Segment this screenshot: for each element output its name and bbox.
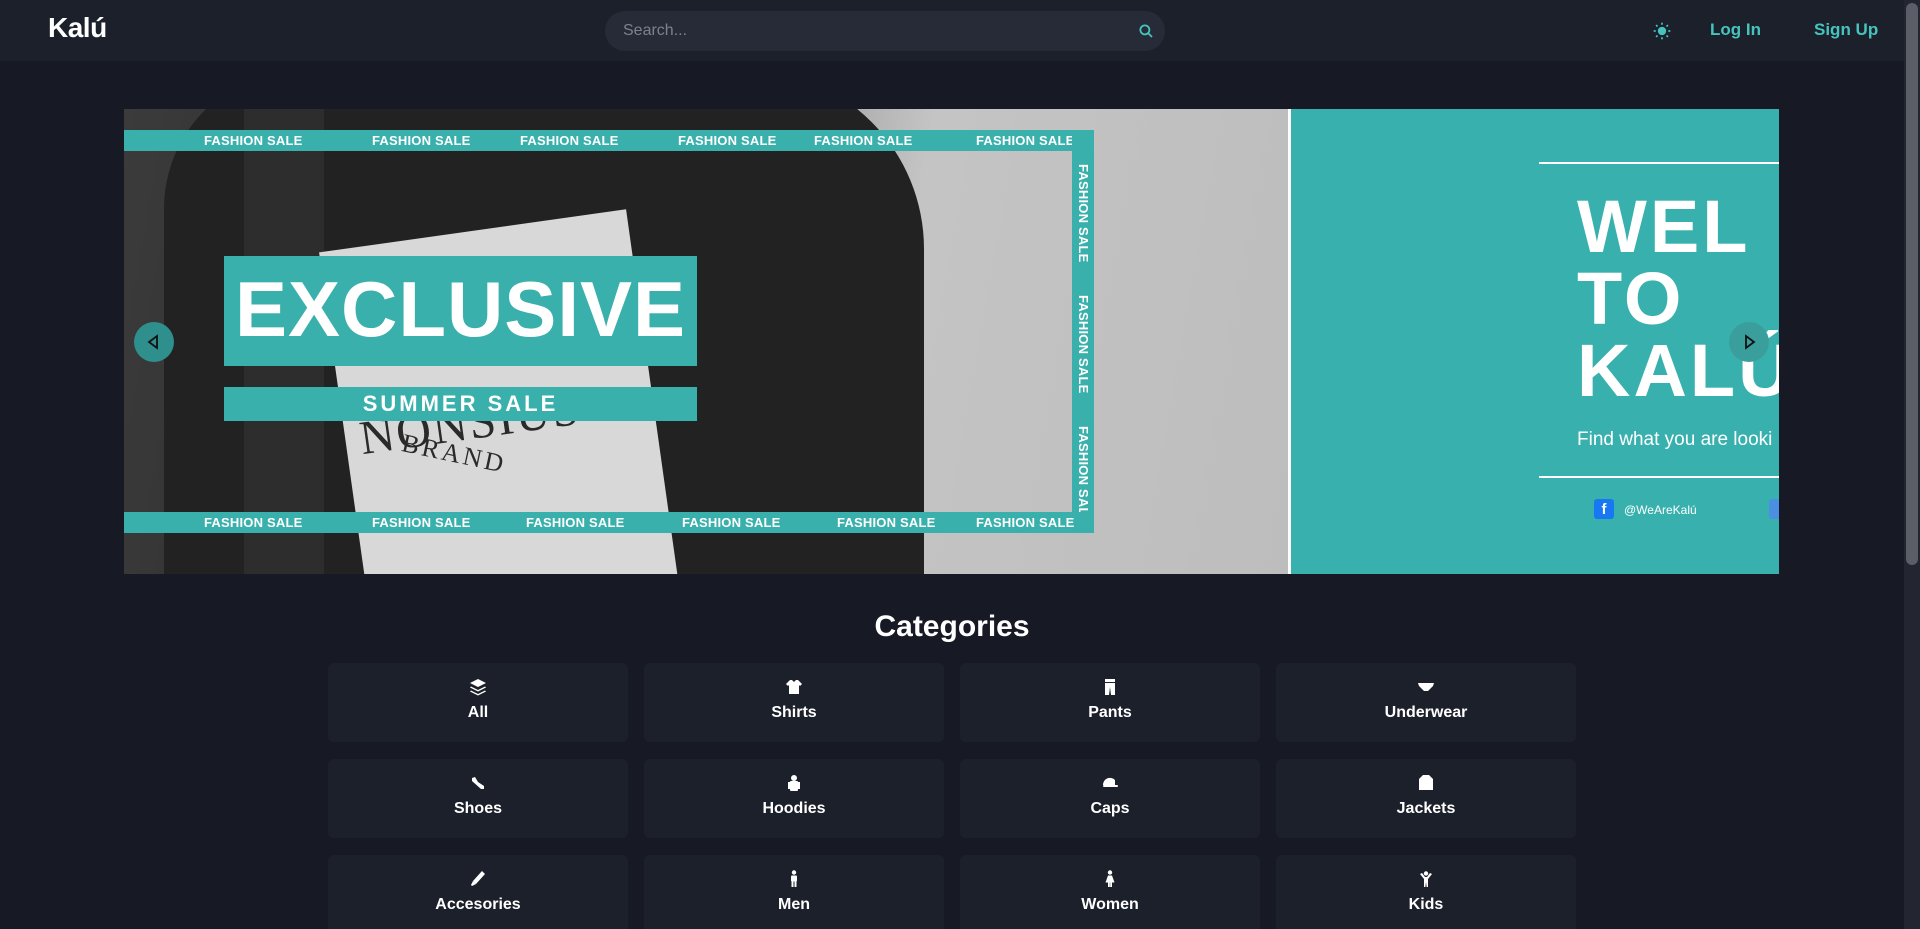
triangle-right-icon [1745,334,1756,350]
category-jackets[interactable]: Jackets [1276,759,1576,838]
hero-headline: EXCLUSIVE [234,265,687,353]
accessory-icon [468,869,488,889]
category-shirts[interactable]: Shirts [644,663,944,742]
category-shoes[interactable]: Shoes [328,759,628,838]
carousel-prev-button[interactable] [134,322,174,362]
category-label: Hoodies [762,800,826,817]
shirt-icon [784,677,804,697]
welcome-title: WEL TO KALÚ [1577,185,1779,412]
category-underwear[interactable]: Underwear [1276,663,1576,742]
strip-label: FASHION SALE [1076,164,1091,263]
category-label: Men [778,896,810,913]
search-input[interactable] [623,11,1103,51]
category-label: Accesories [435,896,521,913]
strip-label: FASHION SALE [837,515,936,530]
category-accesories[interactable]: Accesories [328,855,628,929]
site-logo[interactable]: Kalú [48,12,107,44]
strip-label: FASHION SALE [204,133,303,148]
category-label: Shoes [453,800,502,817]
login-link[interactable]: Log In [1710,20,1761,40]
top-navbar: Kalú Log In Sign Up [0,0,1904,61]
jacket-icon [1416,773,1436,793]
strip-label: FASHION SALE [976,133,1075,148]
signup-link[interactable]: Sign Up [1814,20,1878,40]
facebook-icon: f [1594,499,1614,519]
category-hoodies[interactable]: Hoodies [644,759,944,838]
category-label: Kids [1408,896,1444,913]
strip-label: FASHION SALE [682,515,781,530]
categories-heading: Categories [874,610,1030,643]
welcome-rule-top [1539,162,1779,164]
strip-label: FASHION SALE [204,515,303,530]
welcome-rule-bottom [1539,476,1779,478]
summer-sale-banner: SUMMER SALE [224,387,697,421]
pants-icon [1100,677,1120,697]
welcome-slide: WEL TO KALÚ Find what you are looki f @W… [1291,109,1779,574]
category-label: Jackets [1396,800,1456,817]
welcome-subtitle: Find what you are looki [1577,429,1773,450]
hero-subheadline: SUMMER SALE [362,391,559,416]
hero-carousel: NONSIUS BRAND FASHION SALE FASHION SALE … [124,109,1779,574]
woman-icon [1100,869,1120,889]
category-women[interactable]: Women [960,855,1260,929]
sale-strip-bottom: FASHION SALE FASHION SALE FASHION SALE F… [124,512,1094,533]
search-bar [605,11,1165,51]
strip-label: FASHION SALE [520,133,619,148]
man-icon [784,869,804,889]
sale-strip-right: FASHION SALE FASHION SALE FASHION SALE [1072,130,1094,533]
strip-label: FASHION SALE [814,133,913,148]
category-label: All [467,704,489,721]
facebook-handle: @WeAreKalú [1624,503,1697,517]
carousel-next-button[interactable] [1729,322,1769,362]
category-kids[interactable]: Kids [1276,855,1576,929]
sale-strip-top: FASHION SALE FASHION SALE FASHION SALE F… [124,130,1094,151]
sun-icon[interactable] [1652,21,1672,41]
category-label: Caps [1090,800,1130,817]
strip-label: FASHION SALE [372,133,471,148]
category-caps[interactable]: Caps [960,759,1260,838]
strip-label: FASHION SALE [372,515,471,530]
strip-label: FASHION SALE [526,515,625,530]
scrollbar-thumb[interactable] [1906,3,1918,565]
social-icon [1769,499,1779,519]
layers-icon [468,677,488,697]
child-icon [1416,869,1436,889]
strip-label: FASHION SALE [976,515,1075,530]
search-icon[interactable] [1137,22,1155,40]
category-label: Women [1081,896,1139,913]
category-label: Underwear [1384,704,1468,721]
exclusive-banner: EXCLUSIVE [224,256,697,366]
category-all[interactable]: All [328,663,628,742]
cap-icon [1100,773,1120,793]
strip-label: FASHION SALE [1076,426,1091,525]
shoe-icon [468,773,488,793]
category-label: Shirts [771,704,817,721]
hoodie-icon [784,773,804,793]
strip-label: FASHION SALE [1076,295,1091,394]
category-pants[interactable]: Pants [960,663,1260,742]
category-men[interactable]: Men [644,855,944,929]
strip-label: FASHION SALE [678,133,777,148]
triangle-left-icon [147,334,158,350]
category-label: Pants [1088,704,1132,721]
underwear-icon [1416,677,1436,697]
